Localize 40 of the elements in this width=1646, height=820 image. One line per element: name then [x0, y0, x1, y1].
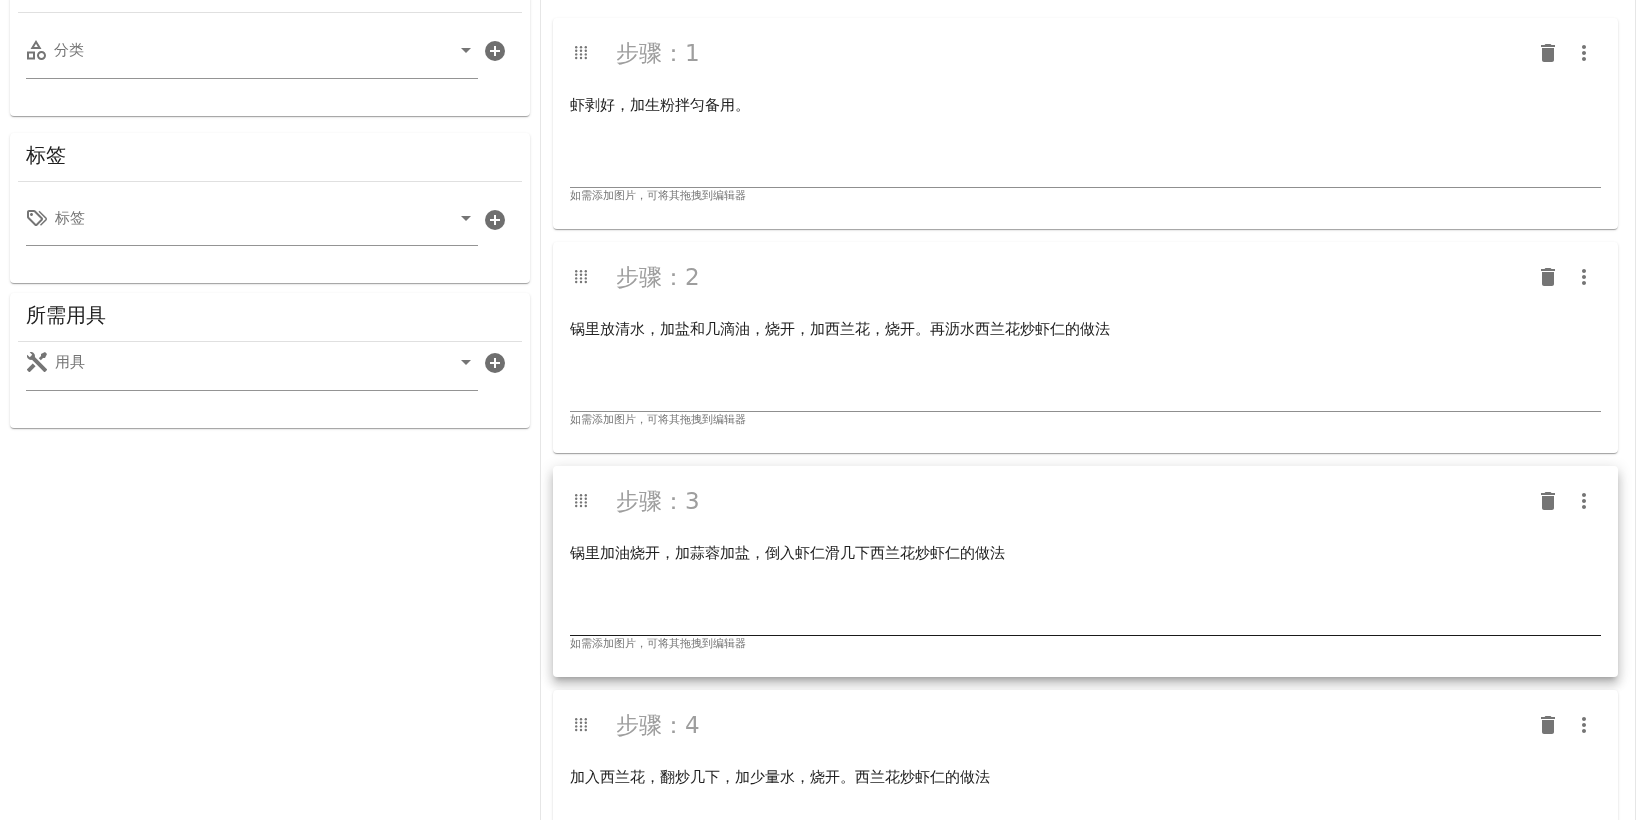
drag-handle-icon[interactable] [575, 46, 587, 60]
dropdown-caret-icon [461, 47, 471, 53]
plus-circle-icon [485, 210, 505, 230]
step-text-field[interactable]: 锅里加油烧开，加蒜蓉加盐，倒入虾仁滑几下西兰花炒虾仁的做法 [570, 529, 1601, 636]
plus-circle-icon [485, 353, 505, 373]
add-button[interactable] [485, 210, 505, 230]
helper-text: 如需添加图片，可将其拖拽到编辑器 [570, 637, 747, 651]
trash-icon [1541, 268, 1555, 286]
tags-icon [27, 210, 47, 226]
add-button[interactable] [485, 41, 505, 61]
plus-circle-icon [485, 41, 505, 61]
trash-icon [1541, 44, 1555, 62]
dropdown-caret-icon [461, 215, 471, 221]
step-text-field[interactable]: 虾剥好，加生粉拌匀备用。 [570, 81, 1601, 188]
kebab-menu-icon [1582, 269, 1586, 285]
add-button[interactable] [485, 353, 505, 373]
drag-handle-icon[interactable] [575, 718, 587, 732]
helper-text: 如需添加图片，可将其拖拽到编辑器 [570, 413, 747, 427]
drag-handle-icon[interactable] [575, 270, 587, 284]
tool-select[interactable]: 用具 [26, 344, 478, 391]
step-text-field[interactable]: 加入西兰花，翻炒几下，加少量水，烧开。西兰花炒虾仁的做法 [570, 753, 1601, 820]
drag-handle-icon[interactable] [575, 494, 587, 508]
step-text-field[interactable]: 锅里放清水，加盐和几滴油，烧开，加西兰花，烧开。再沥水西兰花炒虾仁的做法 [570, 305, 1601, 412]
dropdown-caret-icon [461, 359, 471, 365]
step-title: 步骤：1 [616, 39, 700, 68]
kebab-menu-icon [1582, 493, 1586, 509]
trash-icon [1541, 716, 1555, 734]
step-title: 步骤：4 [616, 711, 700, 740]
shapes-icon [27, 40, 46, 60]
step-title: 步骤：3 [616, 487, 700, 516]
kebab-menu-icon [1582, 45, 1586, 61]
helper-text: 如需添加图片，可将其拖拽到编辑器 [570, 189, 747, 203]
tools-icon [27, 352, 47, 372]
category-select[interactable]: 分类 [26, 32, 478, 79]
tag-select[interactable]: 标签 [26, 201, 478, 246]
kebab-menu-icon [1582, 717, 1586, 733]
section-title: 标签 [25, 142, 67, 169]
trash-icon [1541, 492, 1555, 510]
step-title: 步骤：2 [616, 263, 700, 292]
section-title: 所需用具 [25, 302, 107, 329]
